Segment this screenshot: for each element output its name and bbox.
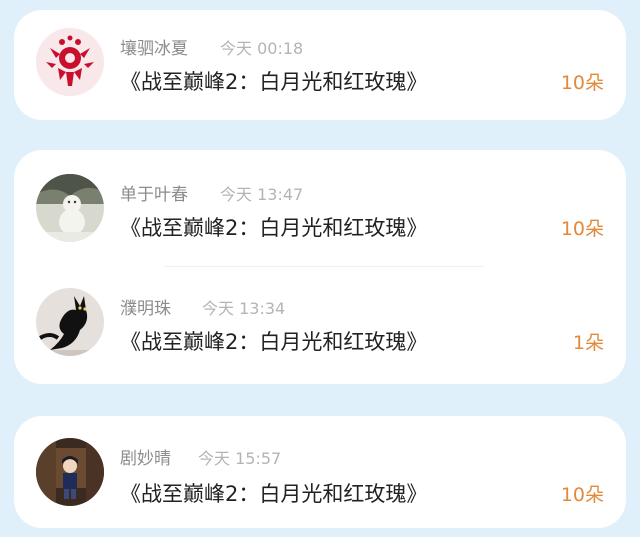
red-papercut-avatar-icon[interactable] (36, 28, 104, 96)
send-time: 今天 15:57 (198, 449, 282, 468)
book-title: 《战至巅峰2：白月光和红玫瑰》 (120, 216, 428, 240)
send-time: 今天 13:47 (220, 185, 304, 204)
list-item[interactable]: 单于叶春 今天 13:47 《战至巅峰2：白月光和红玫瑰》 10朵 (14, 150, 626, 262)
book-title: 《战至巅峰2：白月光和红玫瑰》 (120, 70, 428, 94)
gift-card-1: 壤驷冰夏 今天 00:18 《战至巅峰2：白月光和红玫瑰》 10朵 (14, 10, 626, 120)
list-item[interactable]: 壤驷冰夏 今天 00:18 《战至巅峰2：白月光和红玫瑰》 10朵 (14, 8, 626, 120)
sender-name: 剧妙晴 (120, 449, 171, 469)
gift-card-2: 单于叶春 今天 13:47 《战至巅峰2：白月光和红玫瑰》 10朵 濮明珠 今天… (14, 150, 626, 384)
gift-count: 10朵 (560, 484, 604, 506)
book-title: 《战至巅峰2：白月光和红玫瑰》 (120, 482, 428, 506)
send-time: 今天 13:34 (202, 299, 286, 318)
gift-count: 10朵 (560, 218, 604, 240)
list-item[interactable]: 濮明珠 今天 13:34 《战至巅峰2：白月光和红玫瑰》 1朵 (14, 266, 626, 378)
gift-record-list: 壤驷冰夏 今天 00:18 《战至巅峰2：白月光和红玫瑰》 10朵 单于叶春 今… (0, 0, 640, 537)
sender-name: 壤驷冰夏 (120, 39, 188, 59)
snowman-photo-avatar-icon[interactable] (36, 174, 104, 242)
gift-count: 10朵 (560, 72, 604, 94)
gift-card-3: 剧妙晴 今天 15:57 《战至巅峰2：白月光和红玫瑰》 10朵 (14, 416, 626, 528)
sender-name: 单于叶春 (120, 185, 188, 205)
book-title: 《战至巅峰2：白月光和红玫瑰》 (120, 330, 428, 354)
list-item[interactable]: 剧妙晴 今天 15:57 《战至巅峰2：白月光和红玫瑰》 10朵 (14, 416, 626, 528)
black-cat-avatar-icon[interactable] (36, 288, 104, 356)
sender-name: 濮明珠 (120, 299, 171, 319)
anime-boy-avatar-icon[interactable] (36, 438, 104, 506)
gift-count: 1朵 (572, 332, 604, 354)
send-time: 今天 00:18 (220, 39, 304, 58)
